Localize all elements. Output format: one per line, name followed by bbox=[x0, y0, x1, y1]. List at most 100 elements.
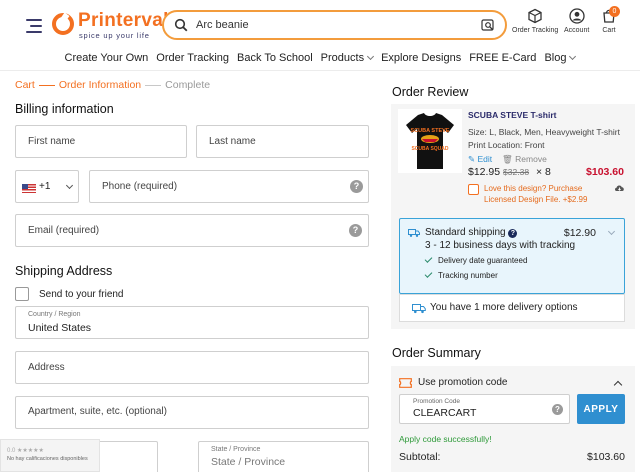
truck-icon bbox=[412, 304, 426, 314]
nav-label: Back To School bbox=[237, 52, 313, 64]
logo-name: Printerval bbox=[78, 10, 169, 31]
product-name[interactable]: SCUBA STEVE T-shirt bbox=[468, 110, 556, 120]
review-widget[interactable]: 0.0 ★★★★★ No hay calificaciones disponib… bbox=[0, 439, 100, 472]
step-cart[interactable]: Cart bbox=[15, 79, 35, 91]
phone-country-select[interactable]: +1 bbox=[15, 170, 79, 203]
address-field[interactable]: Address bbox=[15, 351, 369, 384]
shirt-print-line-1: SCUBA STEVE bbox=[411, 128, 450, 134]
rating-stars: 0.0 ★★★★★ bbox=[7, 448, 44, 454]
shipping-option-name: Standard shipping ? bbox=[425, 227, 518, 238]
shipping-feature: Delivery date guaranteed bbox=[425, 256, 527, 265]
phone-code: +1 bbox=[39, 181, 51, 192]
nav-label: Products bbox=[320, 52, 365, 64]
email-placeholder: Email (required) bbox=[28, 225, 100, 236]
order-tracking-link[interactable]: Order Tracking bbox=[512, 8, 558, 34]
help-icon[interactable]: ? bbox=[552, 404, 563, 415]
country-select[interactable]: Country / Region United States bbox=[15, 306, 369, 339]
checkout-steps: Cart Order Information Complete bbox=[15, 79, 210, 91]
product-price: $12.95 bbox=[468, 166, 501, 178]
nav-back-to-school[interactable]: Back To School bbox=[237, 48, 313, 68]
billing-title: Billing information bbox=[15, 102, 114, 116]
us-flag-icon bbox=[22, 184, 36, 193]
cart-link[interactable]: 0 Cart bbox=[600, 6, 620, 34]
country-value: United States bbox=[28, 322, 92, 334]
shipping-option-standard[interactable]: Standard shipping ? $12.90 3 - 12 busine… bbox=[399, 218, 625, 294]
nav-create-your-own[interactable]: Create Your Own bbox=[65, 48, 149, 68]
account-link[interactable]: Account bbox=[564, 8, 589, 34]
search-icon[interactable] bbox=[174, 18, 188, 32]
order-review-title: Order Review bbox=[392, 85, 469, 99]
product-old-price: $32.38 bbox=[503, 167, 530, 177]
menu-icon[interactable] bbox=[26, 19, 42, 33]
subtotal-label: Subtotal: bbox=[399, 451, 441, 463]
country-label: Country / Region bbox=[28, 311, 81, 318]
site-header: Printerval spice up your life Order Trac… bbox=[0, 0, 640, 48]
send-to-friend-checkbox[interactable] bbox=[15, 287, 29, 301]
shipping-option-price: $12.90 bbox=[563, 227, 596, 239]
remove-label: Remove bbox=[515, 154, 547, 164]
truck-icon bbox=[408, 229, 420, 237]
image-search-icon[interactable] bbox=[481, 18, 495, 32]
send-to-friend-label[interactable]: Send to your friend bbox=[39, 289, 124, 300]
order-tracking-label: Order Tracking bbox=[512, 27, 559, 34]
more-delivery-options[interactable]: You have 1 more delivery options bbox=[399, 294, 625, 322]
logo-tagline: spice up your life bbox=[79, 31, 150, 40]
coupon-icon bbox=[399, 378, 412, 388]
nav-free-ecard[interactable]: FREE E-Card bbox=[469, 48, 536, 68]
edit-link[interactable]: ✎ Edit bbox=[468, 154, 492, 165]
promo-code-input[interactable]: Promotion Code CLEARCART ? bbox=[399, 394, 570, 424]
edit-label: Edit bbox=[477, 154, 493, 164]
main-nav: Create Your Own Order Tracking Back To S… bbox=[0, 48, 640, 68]
last-name-field[interactable]: Last name bbox=[196, 125, 369, 158]
step-order-information: Order Information bbox=[58, 79, 142, 91]
address-placeholder: Address bbox=[28, 362, 65, 373]
license-checkbox[interactable] bbox=[468, 184, 479, 195]
search-bar bbox=[162, 10, 507, 40]
trash-icon: 🗑 bbox=[502, 154, 513, 164]
user-icon bbox=[568, 8, 585, 24]
shipping-title: Shipping Address bbox=[15, 264, 113, 278]
product-qty: × 8 bbox=[535, 166, 551, 178]
chevron-down-icon[interactable] bbox=[607, 227, 616, 236]
license-offer-text[interactable]: Love this design? Purchase Licensed Desi… bbox=[484, 183, 610, 205]
email-field[interactable]: Email (required) ? bbox=[15, 214, 369, 247]
apartment-placeholder: Apartment, suite, etc. (optional) bbox=[28, 406, 167, 417]
order-summary-title: Order Summary bbox=[392, 346, 481, 360]
product-print-location: Print Location: Front bbox=[468, 140, 545, 150]
nav-explore-designs[interactable]: Explore Designs bbox=[381, 48, 461, 68]
help-icon[interactable]: ? bbox=[350, 180, 363, 193]
nav-label: Order Tracking bbox=[156, 52, 230, 64]
cloud-download-icon[interactable] bbox=[614, 183, 625, 193]
search-input[interactable] bbox=[196, 17, 466, 33]
edit-icon: ✎ bbox=[468, 154, 476, 164]
phone-field[interactable]: Phone (required) ? bbox=[89, 170, 369, 203]
step-complete: Complete bbox=[165, 79, 211, 91]
subtotal-value: $103.60 bbox=[587, 451, 625, 463]
state-label: State / Province bbox=[211, 446, 261, 453]
apartment-field[interactable]: Apartment, suite, etc. (optional) bbox=[15, 396, 369, 429]
info-icon[interactable]: ? bbox=[508, 229, 518, 238]
promo-code-value: CLEARCART bbox=[413, 407, 477, 419]
shipping-option-name-text: Standard shipping bbox=[425, 227, 506, 238]
promo-toggle[interactable]: Use promotion code bbox=[418, 377, 508, 388]
nav-divider bbox=[0, 70, 640, 71]
first-name-field[interactable]: First name bbox=[15, 125, 187, 158]
more-delivery-label: You have 1 more delivery options bbox=[430, 302, 578, 313]
product-price-line: $12.95 $32.38 × 8 bbox=[468, 166, 551, 178]
chevron-down-icon bbox=[569, 52, 577, 61]
shipping-days: 3 - 12 business days with tracking bbox=[425, 240, 576, 251]
chevron-down-icon bbox=[65, 181, 74, 190]
remove-link[interactable]: 🗑 Remove bbox=[502, 154, 547, 165]
product-image[interactable]: SCUBA STEVE SCUBA SQUAD bbox=[398, 109, 462, 173]
apply-promo-button[interactable]: APPLY bbox=[577, 394, 625, 424]
state-placeholder: State / Province bbox=[211, 456, 286, 468]
tshirt-icon: SCUBA STEVE SCUBA SQUAD bbox=[406, 113, 454, 169]
nav-blog[interactable]: Blog bbox=[544, 48, 577, 68]
nav-order-tracking[interactable]: Order Tracking bbox=[156, 48, 229, 68]
help-icon[interactable]: ? bbox=[349, 224, 362, 237]
last-name-placeholder: Last name bbox=[209, 136, 256, 147]
nav-products[interactable]: Products bbox=[320, 48, 375, 68]
rating-text: No hay calificaciones disponibles bbox=[7, 456, 88, 462]
state-field[interactable]: State / Province State / Province bbox=[198, 441, 369, 472]
nav-label: Explore Designs bbox=[381, 52, 462, 64]
